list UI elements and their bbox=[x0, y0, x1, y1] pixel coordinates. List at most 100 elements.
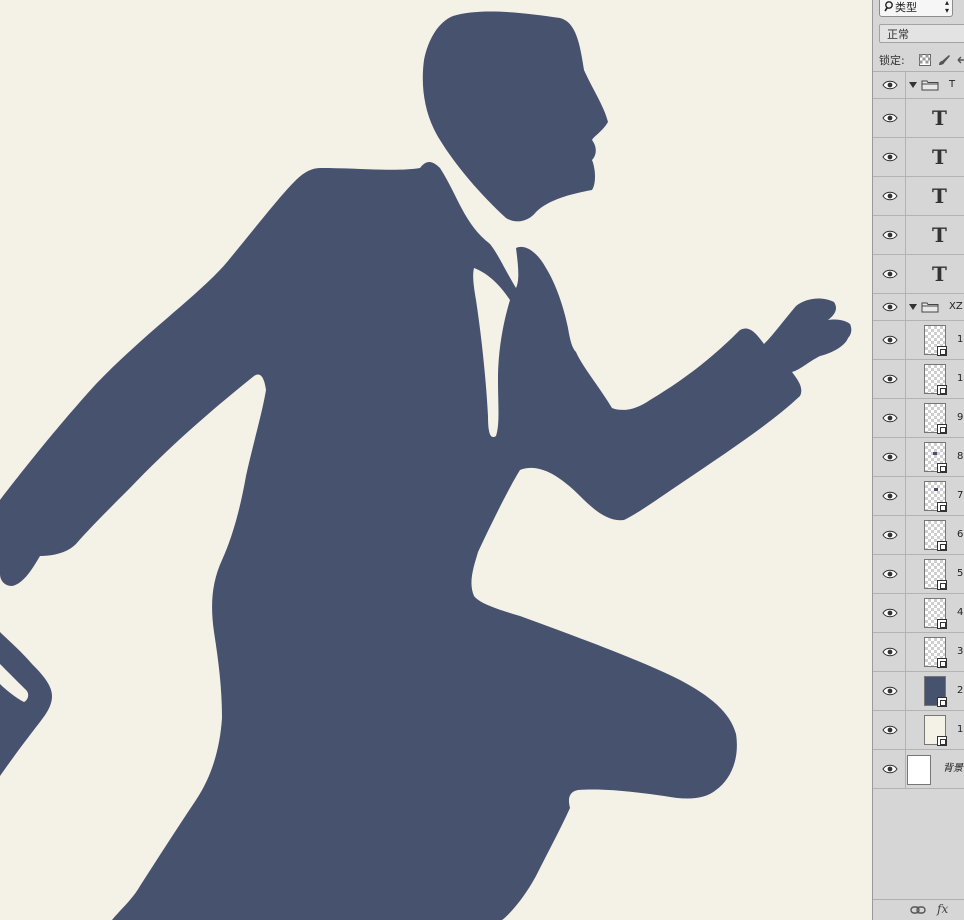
lock-brush-icon[interactable] bbox=[937, 54, 951, 72]
layer-thumbnail bbox=[924, 598, 947, 629]
eye-icon[interactable] bbox=[882, 607, 898, 619]
eye-icon[interactable] bbox=[882, 685, 898, 697]
layer-name: 2 bbox=[957, 685, 964, 696]
search-icon bbox=[884, 0, 894, 16]
layer-group-xz[interactable]: XZ bbox=[873, 294, 964, 321]
folder-icon bbox=[921, 80, 939, 91]
smart-object-layer[interactable]: 5 bbox=[873, 555, 964, 594]
spinner-arrows-icon: ▴ ▾ bbox=[944, 0, 949, 15]
smart-object-icon bbox=[937, 424, 947, 434]
eye-icon[interactable] bbox=[882, 646, 898, 658]
layer-name: 8 bbox=[957, 451, 964, 462]
layer-thumbnail bbox=[924, 481, 947, 512]
lock-label: 锁定: bbox=[879, 54, 905, 67]
smart-object-icon bbox=[937, 736, 947, 746]
smart-object-icon bbox=[937, 658, 947, 668]
layer-name: 1 bbox=[957, 724, 964, 735]
layer-name: 4 bbox=[957, 607, 964, 618]
text-layer[interactable]: T bbox=[873, 177, 964, 216]
layers-panel: 类型 ▴ ▾ 正常 锁定: T T T T T T XZ 1 1 9 8 7 6… bbox=[872, 0, 964, 920]
smart-object-icon bbox=[937, 385, 947, 395]
layer-thumbnail bbox=[924, 442, 947, 473]
eye-icon[interactable] bbox=[882, 529, 898, 541]
layer-thumbnail bbox=[924, 559, 947, 590]
lock-transparent-icon[interactable] bbox=[919, 54, 931, 72]
smart-object-icon bbox=[937, 619, 947, 629]
smart-object-layer[interactable]: 7 bbox=[873, 477, 964, 516]
layer-name: 9 bbox=[957, 412, 964, 423]
eye-icon[interactable] bbox=[882, 724, 898, 736]
layer-thumbnail bbox=[924, 637, 947, 668]
smart-object-layer[interactable]: 6 bbox=[873, 516, 964, 555]
layer-thumbnail bbox=[924, 403, 947, 434]
smart-object-layer[interactable]: 2 bbox=[873, 672, 964, 711]
layer-thumbnail bbox=[924, 325, 947, 356]
smart-object-layer[interactable]: 4 bbox=[873, 594, 964, 633]
group-name: XZ bbox=[949, 301, 963, 312]
group-name: T bbox=[949, 79, 956, 90]
text-layer-icon: T bbox=[932, 262, 947, 286]
layer-filter-dropdown[interactable]: 类型 ▴ ▾ bbox=[879, 0, 953, 17]
eye-icon[interactable] bbox=[882, 490, 898, 502]
smart-object-icon bbox=[937, 346, 947, 356]
text-layer-icon: T bbox=[932, 184, 947, 208]
background-layer[interactable]: 背景 bbox=[873, 750, 964, 789]
text-layer[interactable]: T bbox=[873, 138, 964, 177]
smart-object-layer[interactable]: 8 bbox=[873, 438, 964, 477]
layer-name: 7 bbox=[957, 490, 964, 501]
text-layer[interactable]: T bbox=[873, 216, 964, 255]
folder-icon bbox=[921, 302, 939, 313]
layer-name: 6 bbox=[957, 529, 964, 540]
layer-thumbnail bbox=[924, 715, 947, 746]
eye-icon[interactable] bbox=[882, 373, 898, 385]
businessman-silhouette bbox=[0, 11, 852, 920]
lock-move-icon[interactable] bbox=[956, 54, 964, 72]
smart-object-icon bbox=[937, 697, 947, 707]
layer-group-t[interactable]: T bbox=[873, 72, 964, 99]
eye-icon[interactable] bbox=[882, 112, 898, 124]
text-layer-icon: T bbox=[932, 223, 947, 247]
blend-mode-select[interactable]: 正常 bbox=[879, 24, 964, 43]
document-canvas[interactable] bbox=[0, 0, 872, 920]
layer-thumbnail bbox=[924, 364, 947, 395]
eye-icon[interactable] bbox=[882, 412, 898, 424]
eye-icon[interactable] bbox=[882, 79, 898, 91]
layer-name: 3 bbox=[957, 646, 964, 657]
eye-icon[interactable] bbox=[882, 301, 898, 313]
smart-object-layer[interactable]: 1 bbox=[873, 321, 964, 360]
smart-object-layer[interactable]: 3 bbox=[873, 633, 964, 672]
layer-thumbnail bbox=[907, 755, 931, 785]
layer-thumbnail bbox=[924, 520, 947, 551]
text-layer[interactable]: T bbox=[873, 255, 964, 294]
smart-object-icon bbox=[937, 580, 947, 590]
eye-icon[interactable] bbox=[882, 451, 898, 463]
smart-object-layer[interactable]: 9 bbox=[873, 399, 964, 438]
layer-name: 1 bbox=[957, 373, 964, 384]
smart-object-layer[interactable]: 1 bbox=[873, 711, 964, 750]
link-layers-icon[interactable] bbox=[910, 904, 926, 918]
expand-triangle-icon[interactable] bbox=[909, 82, 917, 88]
text-layer-icon: T bbox=[932, 145, 947, 169]
layer-name: 1 bbox=[957, 334, 964, 345]
eye-icon[interactable] bbox=[882, 334, 898, 346]
lock-row: 锁定: bbox=[879, 52, 964, 70]
layers-footer: fx bbox=[873, 899, 964, 920]
eye-icon[interactable] bbox=[882, 151, 898, 163]
smart-object-icon bbox=[937, 463, 947, 473]
layer-name: 5 bbox=[957, 568, 964, 579]
text-layer[interactable]: T bbox=[873, 99, 964, 138]
eye-icon[interactable] bbox=[882, 763, 898, 775]
layer-thumbnail bbox=[924, 676, 947, 707]
expand-triangle-icon[interactable] bbox=[909, 304, 917, 310]
text-layer-icon: T bbox=[932, 106, 947, 130]
filter-type-label: 类型 bbox=[895, 1, 917, 14]
smart-object-icon bbox=[937, 502, 947, 512]
smart-object-icon bbox=[937, 541, 947, 551]
eye-icon[interactable] bbox=[882, 568, 898, 580]
eye-icon[interactable] bbox=[882, 190, 898, 202]
smart-object-layer[interactable]: 1 bbox=[873, 360, 964, 399]
eye-icon[interactable] bbox=[882, 229, 898, 241]
fx-icon[interactable]: fx bbox=[937, 902, 948, 916]
eye-icon[interactable] bbox=[882, 268, 898, 280]
layer-name: 背景 bbox=[943, 763, 963, 774]
